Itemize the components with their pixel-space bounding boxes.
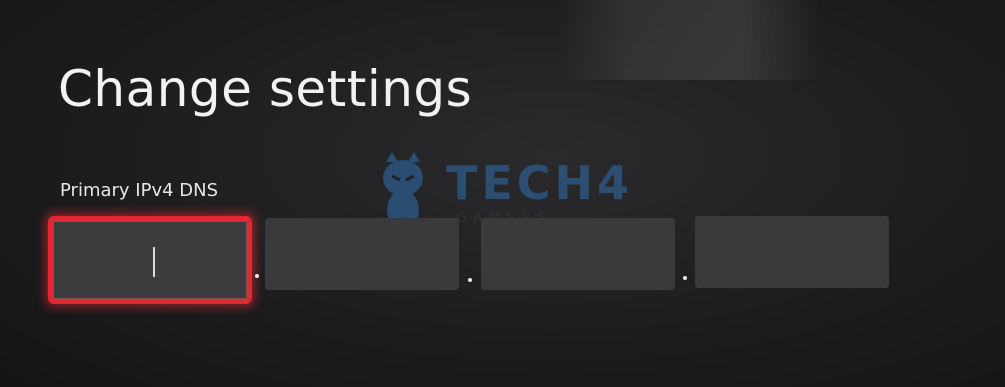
octet-separator-2: [468, 278, 472, 282]
octet-separator-3: [683, 276, 687, 280]
dns-octet-1-input[interactable]: [48, 216, 252, 304]
watermark-brand: TECH4: [446, 156, 634, 210]
text-caret: [153, 247, 155, 277]
screen-glare: [560, 0, 820, 80]
dns-octet-4-input[interactable]: [695, 216, 889, 288]
dns-octet-2-input[interactable]: [265, 218, 459, 290]
page-title: Change settings: [58, 60, 473, 118]
dns-octet-3-input[interactable]: [481, 218, 675, 290]
octet-separator-1: [255, 274, 259, 278]
primary-ipv4-dns-label: Primary IPv4 DNS: [60, 180, 219, 201]
